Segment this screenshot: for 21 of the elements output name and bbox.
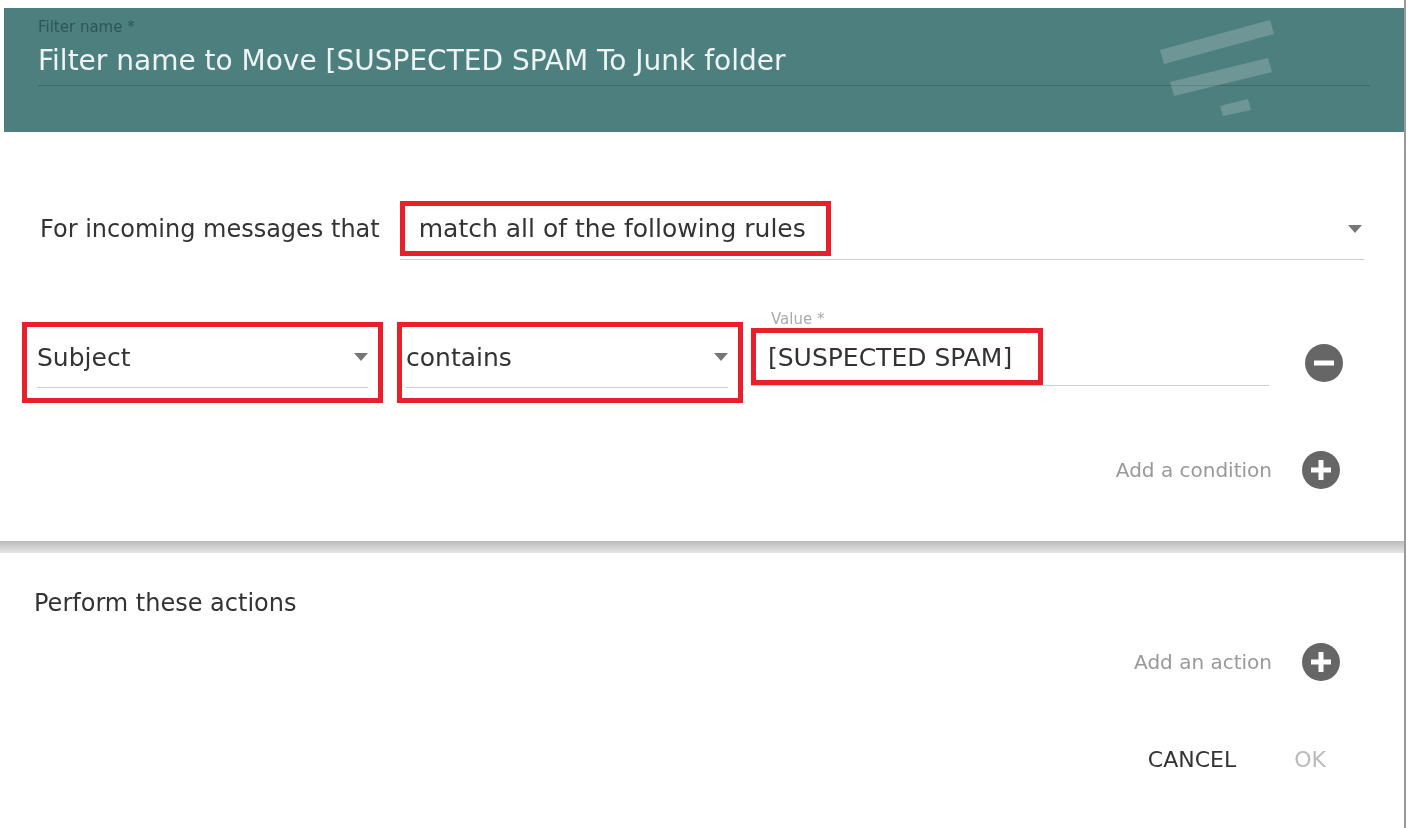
dropdown-field[interactable]: Subject [37,327,368,388]
caret-icon [354,353,368,361]
select-value: contains [406,342,512,372]
add-condition-label: Add a condition [1115,458,1272,482]
select-value: match all of the following rules [418,214,806,243]
add-icon[interactable] [1302,643,1340,681]
value-input-field[interactable]: Value * [SUSPECTED SPAM] [751,309,1269,386]
add-icon[interactable] [1302,451,1340,489]
input-value: [SUSPECTED SPAM] [768,342,1013,372]
dropdown-field[interactable]: contains [406,327,728,388]
add-action-label: Add an action [1134,650,1272,674]
section-title: Perform these actions [34,589,298,617]
caret-icon [714,353,728,361]
match-select[interactable]: match all of the following rules [399,198,1364,260]
intro-text: For incoming messages that [40,215,380,243]
remove-icon[interactable] [1305,343,1343,382]
cancel-button[interactable]: CANCEL [1133,739,1251,780]
field-value: Filter name to Move [SUSPECTED SPAM To Junk folder [38,44,787,77]
caret-icon [1348,224,1362,233]
select-value: Subject [37,342,131,372]
field-label: Value * [771,309,825,328]
